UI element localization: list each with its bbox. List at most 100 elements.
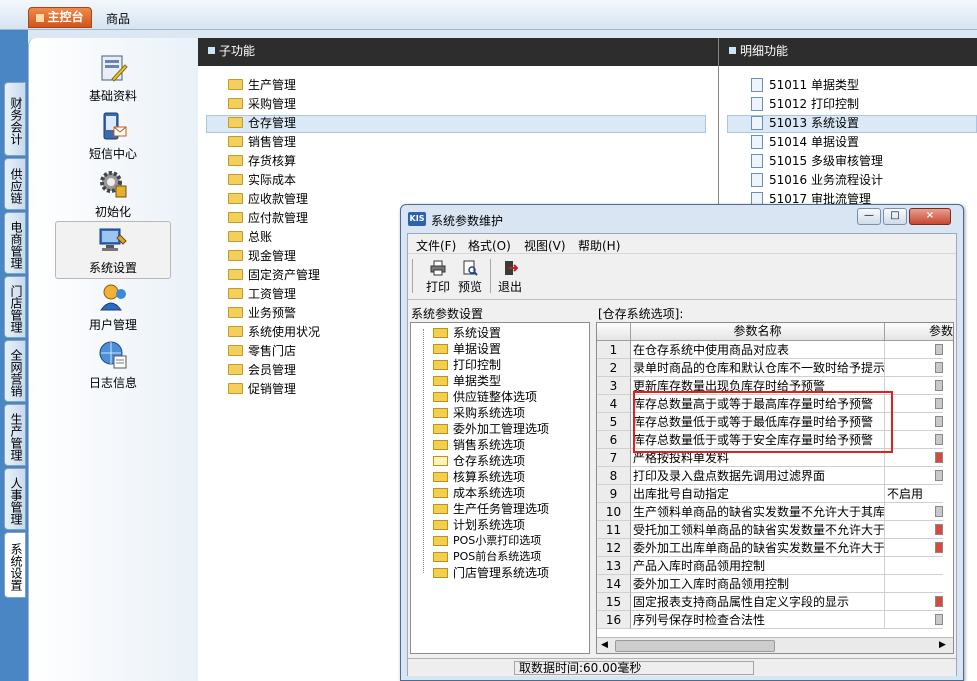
option-icon[interactable] xyxy=(935,614,943,625)
detail-item[interactable]: 51016 业务流程设计 xyxy=(751,171,883,189)
param-value-cell[interactable] xyxy=(885,395,943,413)
param-value-cell[interactable] xyxy=(885,359,943,377)
option-icon[interactable] xyxy=(935,380,943,391)
sub-item-cash[interactable]: 现金管理 xyxy=(228,247,296,265)
param-value-cell[interactable] xyxy=(885,503,943,521)
param-name-cell[interactable]: 生产领料单商品的缺省实发数量不允许大于其库 xyxy=(631,503,885,521)
sub-item-general-ledger[interactable]: 总账 xyxy=(228,228,272,246)
side-tab-ecommerce[interactable]: 电商管理 xyxy=(4,212,26,274)
row-number[interactable]: 4 xyxy=(597,395,631,413)
row-number[interactable]: 1 xyxy=(597,341,631,359)
param-name-cell[interactable]: 在仓存系统中使用商品对应表 xyxy=(631,341,885,359)
row-number[interactable]: 11 xyxy=(597,521,631,539)
side-tab-store[interactable]: 门店管理 xyxy=(4,276,26,338)
close-button[interactable]: × xyxy=(909,208,951,225)
param-name-cell[interactable]: 固定报表支持商品属性自定义字段的显示 xyxy=(631,593,885,611)
option-icon[interactable] xyxy=(935,506,943,517)
sub-item-receivables[interactable]: 应收款管理 xyxy=(228,190,308,208)
param-value-cell[interactable] xyxy=(885,341,943,359)
sub-item-retail-store[interactable]: 零售门店 xyxy=(228,342,296,360)
detail-item[interactable]: 51015 多级审核管理 xyxy=(751,152,883,170)
col-header-name[interactable]: 参数名称 xyxy=(631,323,885,341)
side-tab-system[interactable]: 系统设置 xyxy=(4,532,26,598)
param-name-cell[interactable]: 委外加工入库时商品领用控制 xyxy=(631,575,885,593)
option-red-icon[interactable] xyxy=(935,524,943,535)
row-number[interactable]: 15 xyxy=(597,593,631,611)
option-icon[interactable] xyxy=(935,362,943,373)
tree-node[interactable]: 计划系统选项 xyxy=(433,517,525,533)
param-value-cell[interactable] xyxy=(885,449,943,467)
row-number[interactable]: 14 xyxy=(597,575,631,593)
tree-node[interactable]: POS前台系统选项 xyxy=(433,549,541,565)
module-sms-center[interactable]: 短信中心 xyxy=(55,108,171,166)
tree-node[interactable]: 生产任务管理选项 xyxy=(433,501,549,517)
row-number[interactable]: 12 xyxy=(597,539,631,557)
menu-help[interactable]: 帮助(H) xyxy=(578,237,620,254)
menu-file[interactable]: 文件(F) xyxy=(416,237,456,254)
param-value-cell[interactable] xyxy=(885,431,943,449)
param-name-cell[interactable]: 出库批号自动指定 xyxy=(631,485,885,503)
sub-item-stock-accounting[interactable]: 存货核算 xyxy=(228,152,296,170)
param-name-cell[interactable]: 产品入库时商品领用控制 xyxy=(631,557,885,575)
row-number[interactable]: 7 xyxy=(597,449,631,467)
option-red-icon[interactable] xyxy=(935,542,943,553)
exit-button[interactable]: 退出 xyxy=(494,258,526,296)
param-value-cell[interactable] xyxy=(885,593,943,611)
tree-node-selected[interactable]: 仓存系统选项 xyxy=(433,453,525,469)
sub-item-production[interactable]: 生产管理 xyxy=(228,76,296,94)
sub-item-actual-cost[interactable]: 实际成本 xyxy=(228,171,296,189)
param-value-cell[interactable] xyxy=(885,539,943,557)
tree-node[interactable]: 采购系统选项 xyxy=(433,405,525,421)
module-user-management[interactable]: 用户管理 xyxy=(55,279,171,337)
horizontal-scrollbar[interactable]: ◀ ▶ xyxy=(597,637,953,653)
menu-view[interactable]: 视图(V) xyxy=(524,237,566,254)
row-number[interactable]: 2 xyxy=(597,359,631,377)
scroll-left-icon[interactable]: ◀ xyxy=(601,640,608,650)
side-tab-production[interactable]: 生产管理 xyxy=(4,404,26,466)
param-name-cell[interactable]: 打印及录入盘点数据先调用过滤界面 xyxy=(631,467,885,485)
sub-item-payables[interactable]: 应付款管理 xyxy=(228,209,308,227)
option-icon[interactable] xyxy=(935,434,943,445)
tree-node[interactable]: 销售系统选项 xyxy=(433,437,525,453)
sub-item-payroll[interactable]: 工资管理 xyxy=(228,285,296,303)
module-init[interactable]: 初始化 xyxy=(55,166,171,224)
tree-node[interactable]: 单据类型 xyxy=(433,373,501,389)
option-icon[interactable] xyxy=(935,344,943,355)
sub-item-system-usage[interactable]: 系统使用状况 xyxy=(228,323,320,341)
tree-node[interactable]: 核算系统选项 xyxy=(433,469,525,485)
detail-item[interactable]: 51013 系统设置 xyxy=(751,114,859,132)
option-icon[interactable] xyxy=(935,470,943,481)
side-tab-finance[interactable]: 财务会计 xyxy=(4,82,26,156)
tree-node[interactable]: POS小票打印选项 xyxy=(433,533,541,549)
sub-item-business-alert[interactable]: 业务预警 xyxy=(228,304,296,322)
row-number[interactable]: 10 xyxy=(597,503,631,521)
param-value-cell[interactable] xyxy=(885,413,943,431)
col-header-value[interactable]: 参数 xyxy=(885,323,953,341)
sub-item-membership[interactable]: 会员管理 xyxy=(228,361,296,379)
row-number[interactable]: 16 xyxy=(597,611,631,629)
param-value-cell[interactable] xyxy=(885,521,943,539)
row-number[interactable]: 6 xyxy=(597,431,631,449)
detail-item[interactable]: 51012 打印控制 xyxy=(751,95,859,113)
sub-item-inventory[interactable]: 仓存管理 xyxy=(228,114,296,132)
detail-item[interactable]: 51011 单据类型 xyxy=(751,76,859,94)
print-button[interactable]: 打印 xyxy=(422,258,454,296)
tree-node[interactable]: 成本系统选项 xyxy=(433,485,525,501)
maximize-button[interactable]: □ xyxy=(883,208,907,225)
row-number[interactable]: 5 xyxy=(597,413,631,431)
row-number[interactable]: 13 xyxy=(597,557,631,575)
param-name-cell[interactable]: 委外加工出库单商品的缺省实发数量不允许大于 xyxy=(631,539,885,557)
tree-node[interactable]: 打印控制 xyxy=(433,357,501,373)
tree-node[interactable]: 门店管理系统选项 xyxy=(433,565,549,581)
tree-node[interactable]: 委外加工管理选项 xyxy=(433,421,549,437)
param-name-cell[interactable]: 序列号保存时检查合法性 xyxy=(631,611,885,629)
row-number[interactable]: 8 xyxy=(597,467,631,485)
option-red-icon[interactable] xyxy=(935,596,943,607)
side-tab-marketing[interactable]: 全网营销 xyxy=(4,340,26,402)
module-system-settings[interactable]: 系统设置 xyxy=(55,221,171,279)
row-number[interactable]: 9 xyxy=(597,485,631,503)
param-value-cell[interactable] xyxy=(885,575,943,593)
param-value-cell[interactable] xyxy=(885,467,943,485)
tab-main-console[interactable]: 主控台 xyxy=(28,7,92,28)
tree-node[interactable]: 系统设置 xyxy=(433,325,501,341)
